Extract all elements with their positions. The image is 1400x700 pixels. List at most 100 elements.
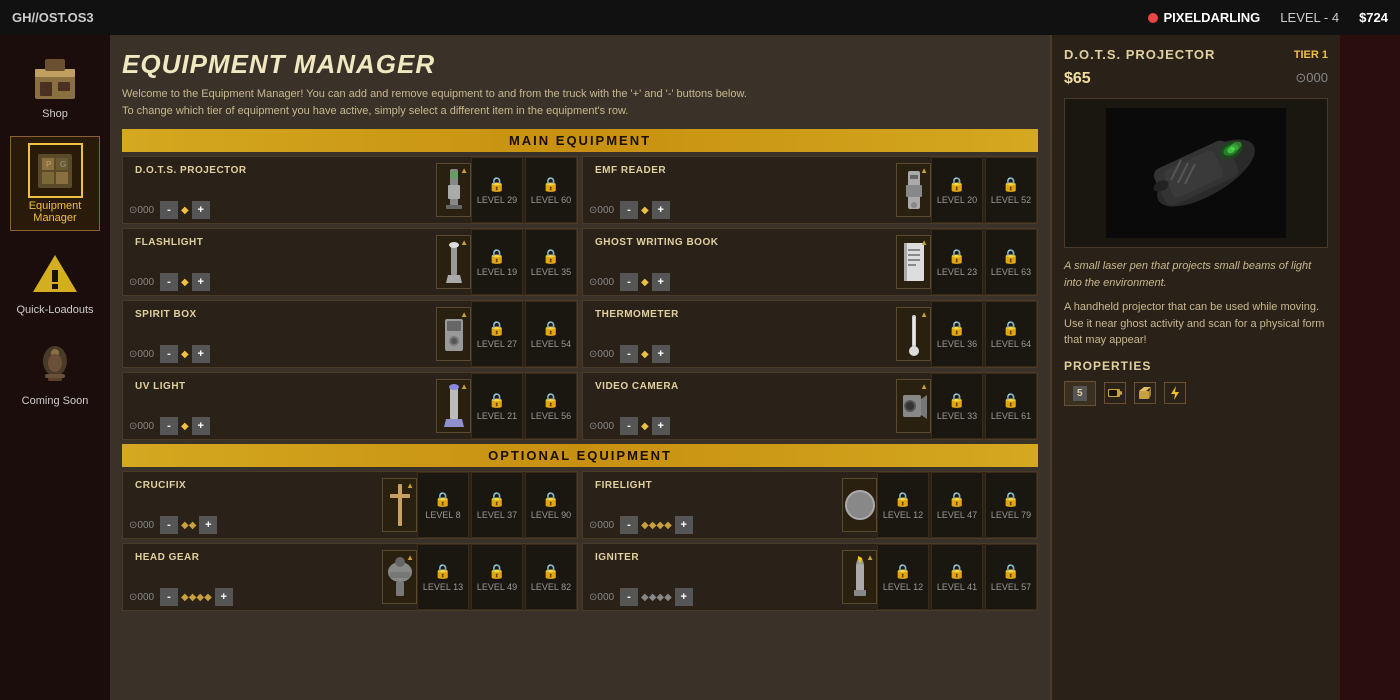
- video-camera-count: ⊙000: [589, 421, 617, 432]
- igniter-minus-btn[interactable]: -: [620, 588, 638, 606]
- ghost-writing-plus-btn[interactable]: +: [652, 273, 670, 291]
- dots-minus-btn[interactable]: -: [160, 201, 178, 219]
- crucifix-image-slot: ▲: [382, 478, 417, 532]
- firelight-circle: [845, 490, 875, 520]
- video-camera-minus-btn[interactable]: -: [620, 417, 638, 435]
- emf-minus-btn[interactable]: -: [620, 201, 638, 219]
- sidebar-item-shop[interactable]: Shop: [10, 45, 100, 126]
- main-content: EQUIPMENT MANAGER Welcome to the Equipme…: [110, 35, 1340, 700]
- video-camera-corner: ▲: [920, 382, 928, 391]
- properties-row: 5: [1064, 381, 1328, 406]
- firelight-plus-btn[interactable]: +: [675, 516, 693, 534]
- thermometer-diamond: ◆: [641, 349, 649, 360]
- uv-light-lock-2: 🔒: [542, 392, 559, 409]
- igniter-tier-slots: 🔒 LEVEL 12 🔒 LEVEL 41 🔒 LEVEL 57: [877, 544, 1037, 610]
- ghost-writing-tier-1[interactable]: 🔒 LEVEL 23: [931, 229, 983, 295]
- spirit-box-tier-1[interactable]: 🔒 LEVEL 27: [471, 301, 523, 367]
- crucifix-tier-2[interactable]: 🔒 LEVEL 37: [471, 472, 523, 538]
- flashlight-plus-btn[interactable]: +: [192, 273, 210, 291]
- head-gear-tier-3[interactable]: 🔒 LEVEL 82: [525, 544, 577, 610]
- prop-icon-box: [1134, 382, 1156, 404]
- panel-desc: Welcome to the Equipment Manager! You ca…: [122, 86, 1038, 119]
- firelight-tier-3[interactable]: 🔒 LEVEL 79: [985, 472, 1037, 538]
- firelight-minus-btn[interactable]: -: [620, 516, 638, 534]
- equip-row-spirit-box: SPIRIT BOX ⊙000 - ◆ + ▲: [122, 300, 578, 368]
- spirit-box-corner: ▲: [460, 310, 468, 319]
- player-info: PIXELDARLING: [1148, 10, 1261, 25]
- flashlight-tier-1[interactable]: 🔒 LEVEL 19: [471, 229, 523, 295]
- crucifix-level-3: LEVEL 90: [531, 510, 571, 520]
- thermometer-plus-btn[interactable]: +: [652, 345, 670, 363]
- thermometer-tier-1[interactable]: 🔒 LEVEL 36: [931, 301, 983, 367]
- igniter-tier-1[interactable]: 🔒 LEVEL 12: [877, 544, 929, 610]
- ghost-writing-tier-2[interactable]: 🔒 LEVEL 63: [985, 229, 1037, 295]
- uv-light-tier-1[interactable]: 🔒 LEVEL 21: [471, 373, 523, 439]
- main-equipment-header: MAIN EQUIPMENT: [122, 129, 1038, 152]
- top-bar: GH//OST.OS3 PIXELDARLING LEVEL - 4 $724: [0, 0, 1400, 35]
- ghost-writing-level-2: LEVEL 63: [991, 267, 1031, 277]
- spirit-box-minus-btn[interactable]: -: [160, 345, 178, 363]
- uv-light-plus-btn[interactable]: +: [192, 417, 210, 435]
- spirit-box-plus-btn[interactable]: +: [192, 345, 210, 363]
- bg-right-panel: [1340, 0, 1400, 700]
- player-money: $724: [1359, 10, 1388, 25]
- ghost-writing-counter: ⊙000 - ◆ +: [589, 273, 890, 291]
- emf-plus-btn[interactable]: +: [652, 201, 670, 219]
- head-gear-tier-2[interactable]: 🔒 LEVEL 49: [471, 544, 523, 610]
- flashlight-tier-2[interactable]: 🔒 LEVEL 35: [525, 229, 577, 295]
- player-level: LEVEL - 4: [1280, 10, 1339, 25]
- sidebar: Shop P G Equipment Manager Quick-Loa: [0, 35, 110, 700]
- detail-price: $65: [1064, 70, 1091, 88]
- head-gear-level-1: LEVEL 13: [423, 582, 463, 592]
- head-gear-lock-3: 🔒: [542, 563, 559, 580]
- video-camera-diamond: ◆: [641, 421, 649, 432]
- video-camera-plus-btn[interactable]: +: [652, 417, 670, 435]
- video-camera-tier-2[interactable]: 🔒 LEVEL 61: [985, 373, 1037, 439]
- equip-left-crucifix: CRUCIFIX ⊙000 - ◆◆ +: [123, 472, 382, 538]
- igniter-tier-2[interactable]: 🔒 LEVEL 41: [931, 544, 983, 610]
- firelight-tier-1[interactable]: 🔒 LEVEL 12: [877, 472, 929, 538]
- thermometer-image-slot: ▲: [896, 307, 931, 361]
- prop-count: 5: [1073, 386, 1087, 401]
- thermometer-level-1: LEVEL 36: [937, 339, 977, 349]
- firelight-tier-2[interactable]: 🔒 LEVEL 47: [931, 472, 983, 538]
- dots-tier-2[interactable]: 🔒 LEVEL 60: [525, 157, 577, 223]
- shop-icon: [28, 51, 83, 106]
- equipment-manager-icon: P G: [28, 143, 83, 198]
- equip-left-spirit-box: SPIRIT BOX ⊙000 - ◆ +: [123, 301, 436, 367]
- crucifix-plus-btn[interactable]: +: [199, 516, 217, 534]
- igniter-tier-3[interactable]: 🔒 LEVEL 57: [985, 544, 1037, 610]
- sidebar-item-coming-soon[interactable]: Coming Soon: [10, 332, 100, 413]
- thermometer-tier-2[interactable]: 🔒 LEVEL 64: [985, 301, 1037, 367]
- crucifix-minus-btn[interactable]: -: [160, 516, 178, 534]
- dots-plus-btn[interactable]: +: [192, 201, 210, 219]
- dots-tier-slots: 🔒 LEVEL 29 🔒 LEVEL 60: [471, 157, 577, 223]
- ghost-writing-lock-1: 🔒: [948, 248, 965, 265]
- equip-row-thermometer: THERMOMETER ⊙000 - ◆ + ▲: [582, 300, 1038, 368]
- spirit-box-tier-2[interactable]: 🔒 LEVEL 54: [525, 301, 577, 367]
- emf-level-1: LEVEL 20: [937, 195, 977, 205]
- crucifix-tier-3[interactable]: 🔒 LEVEL 90: [525, 472, 577, 538]
- sidebar-item-quick-loadouts[interactable]: Quick-Loadouts: [10, 241, 100, 322]
- thermometer-minus-btn[interactable]: -: [620, 345, 638, 363]
- head-gear-tier-1[interactable]: 🔒 LEVEL 13: [417, 544, 469, 610]
- crucifix-diamond: ◆◆: [181, 520, 196, 531]
- emf-tier-2[interactable]: 🔒 LEVEL 52: [985, 157, 1037, 223]
- head-gear-minus-btn[interactable]: -: [160, 588, 178, 606]
- uv-light-minus-btn[interactable]: -: [160, 417, 178, 435]
- ghost-writing-minus-btn[interactable]: -: [620, 273, 638, 291]
- head-gear-plus-btn[interactable]: +: [215, 588, 233, 606]
- head-gear-count: ⊙000: [129, 592, 157, 603]
- sidebar-item-equipment-manager[interactable]: P G Equipment Manager: [10, 136, 100, 231]
- dots-tier-1[interactable]: 🔒 LEVEL 29: [471, 157, 523, 223]
- flashlight-minus-btn[interactable]: -: [160, 273, 178, 291]
- sidebar-coming-soon-label: Coming Soon: [22, 395, 89, 407]
- video-camera-tier-1[interactable]: 🔒 LEVEL 33: [931, 373, 983, 439]
- crucifix-tier-1[interactable]: 🔒 LEVEL 8: [417, 472, 469, 538]
- sidebar-loadouts-label: Quick-Loadouts: [16, 304, 93, 316]
- crucifix-level-1: LEVEL 8: [425, 510, 460, 520]
- emf-tier-1[interactable]: 🔒 LEVEL 20: [931, 157, 983, 223]
- igniter-plus-btn[interactable]: +: [675, 588, 693, 606]
- uv-light-tier-2[interactable]: 🔒 LEVEL 56: [525, 373, 577, 439]
- uv-light-count: ⊙000: [129, 421, 157, 432]
